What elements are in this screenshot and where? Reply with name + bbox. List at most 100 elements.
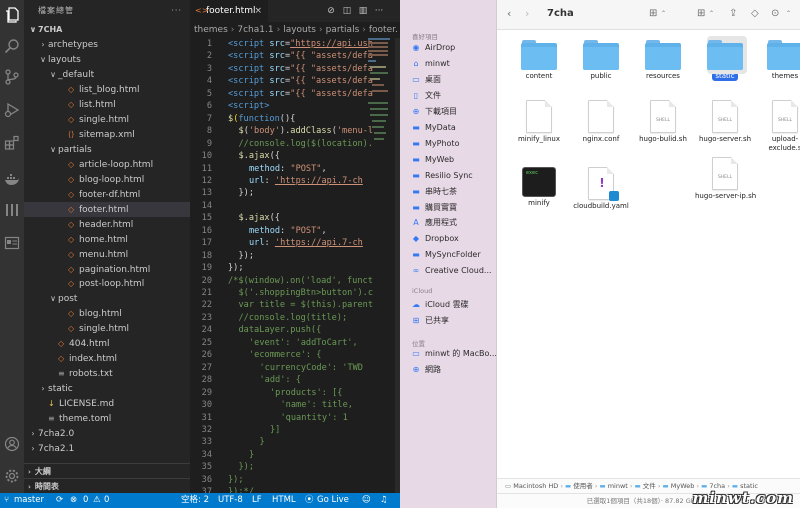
split-editor-icon[interactable]: ▥ (356, 0, 370, 22)
more-actions-icon[interactable]: ··· (171, 0, 182, 22)
sidebar-item[interactable]: ⊕ 網路 (410, 362, 494, 377)
remote-indicator-icon[interactable]: ⑂ (4, 493, 9, 508)
source-control-icon[interactable] (2, 67, 22, 87)
compare-icon[interactable]: ⊘ (324, 0, 338, 22)
sidebar-item[interactable]: ▬ MyWeb (410, 152, 494, 167)
path-item[interactable]: 文件 (643, 482, 656, 490)
sidebar-item[interactable]: ▬ 購買實寶 (410, 200, 494, 215)
indentation-status[interactable]: 空格: 2 (181, 493, 209, 508)
error-icon[interactable]: ⊗ (70, 493, 77, 508)
tree-file[interactable]: ≡ theme.toml (24, 411, 190, 426)
tree-folder[interactable]: › archetypes (24, 37, 190, 52)
folder-item[interactable]: resources (633, 40, 693, 81)
sidebar-item[interactable]: ▬ 串時七茶 (410, 184, 494, 199)
breadcrumb-item[interactable]: themes (194, 25, 228, 35)
share-icon[interactable]: ⇪ (729, 6, 737, 22)
remote-explorer-icon[interactable] (2, 200, 22, 220)
folder-item[interactable]: static (695, 36, 755, 81)
search-icon[interactable] (2, 36, 22, 56)
close-tab-icon[interactable]: × (254, 0, 262, 22)
golive-button[interactable]: Go Live (317, 493, 349, 508)
path-item[interactable]: 使用者 (573, 482, 593, 490)
path-item[interactable]: minwt (608, 482, 628, 490)
breadcrumb-item[interactable]: 7cha1.1 (237, 25, 273, 35)
sidebar-item[interactable]: ◉ AirDrop (410, 40, 494, 55)
breadcrumb-item[interactable]: partials (326, 25, 360, 35)
tree-file[interactable]: ◇ article-loop.html (24, 157, 190, 172)
tree-file[interactable]: ◇ header.html (24, 217, 190, 232)
tree-file[interactable]: ◇ footer.html (24, 201, 190, 217)
account-icon[interactable] (2, 434, 22, 454)
file-item[interactable]: nginx.conf (571, 100, 631, 144)
extensions-icon[interactable] (2, 133, 22, 153)
notifications-bell-icon[interactable]: ♫ (380, 493, 388, 508)
sidebar-item[interactable]: ▭ 桌面 (410, 72, 494, 87)
tree-file[interactable]: ◇ list_blog.html (24, 82, 190, 97)
path-item[interactable]: Macintosh HD (513, 482, 558, 490)
tree-file[interactable]: ◇ list.html (24, 97, 190, 112)
feedback-icon[interactable]: ☺ (362, 493, 371, 508)
run-debug-icon[interactable] (2, 100, 22, 120)
sidebar-item[interactable]: ⊕ 下載項目 (410, 104, 494, 119)
sidebar-item[interactable]: ▯ 文件 (410, 88, 494, 103)
forward-icon[interactable]: › (525, 6, 529, 22)
file-item[interactable]: SHELL hugo-server.sh (695, 100, 755, 144)
error-count[interactable]: 0 (83, 493, 88, 508)
warning-icon[interactable]: ⚠ (93, 493, 101, 508)
warning-count[interactable]: 0 (104, 493, 109, 508)
tree-folder[interactable]: ∨ layouts (24, 52, 190, 67)
sidebar-item[interactable]: ◆ Dropbox (410, 231, 494, 246)
tree-folder[interactable]: ∨ 7CHA (24, 22, 190, 37)
tree-folder[interactable]: › static (24, 381, 190, 396)
preview-panel-icon[interactable] (2, 233, 22, 253)
file-item[interactable]: SHELL upload-exclude.s (755, 100, 800, 153)
group-icon[interactable]: ⊞ (697, 6, 705, 22)
sidebar-item[interactable]: A 應用程式 (410, 215, 494, 230)
file-item[interactable]: SHELL hugo-bulid.sh (633, 100, 693, 144)
editor-more-icon[interactable]: ··· (372, 0, 386, 22)
folder-item[interactable]: content (509, 40, 569, 81)
manage-gear-icon[interactable] (2, 466, 22, 486)
tree-file[interactable]: ⟨⟩ sitemap.xml (24, 127, 190, 142)
golive-icon[interactable]: ⦿ (305, 493, 314, 508)
sync-icon[interactable]: ⟳ (56, 493, 63, 508)
encoding-status[interactable]: UTF-8 (218, 493, 243, 508)
tree-file[interactable]: ◇ footer-df.html (24, 187, 190, 202)
explorer-icon[interactable] (2, 5, 22, 25)
tree-file[interactable]: ◇ blog-loop.html (24, 172, 190, 187)
minimap[interactable] (368, 38, 392, 168)
breadcrumb-item[interactable]: footer. (369, 25, 398, 35)
file-item[interactable]: ! cloudbuild.yaml (571, 167, 631, 211)
view-chevron-icon[interactable]: ⌃ (661, 6, 666, 22)
tree-file[interactable]: ◇ single.html (24, 321, 190, 336)
sidebar-item[interactable]: ▭ minwt 的 MacBo... (410, 346, 497, 361)
sidebar-item[interactable]: ▬ MyPhoto (410, 136, 494, 151)
sidebar-item[interactable]: ▬ MySyncFolder (410, 247, 494, 262)
file-item[interactable]: minify_linux (509, 100, 569, 144)
folder-item[interactable]: public (571, 40, 631, 81)
tag-icon[interactable]: ◇ (751, 6, 759, 22)
more-chevron-icon[interactable]: ⌃ (786, 6, 791, 22)
tree-file[interactable]: ◇ single.html (24, 112, 190, 127)
tree-file[interactable]: ◇ home.html (24, 232, 190, 247)
tree-file[interactable]: ◇ 404.html (24, 336, 190, 351)
tree-folder[interactable]: › 7cha2.1 (24, 441, 190, 456)
group-chevron-icon[interactable]: ⌃ (709, 6, 714, 22)
docker-icon[interactable] (2, 170, 22, 190)
breadcrumb-item[interactable]: layouts (283, 25, 316, 35)
sidebar-item[interactable]: ▬ Resilio Sync (410, 168, 494, 183)
outline-section[interactable]: › 大綱 (24, 463, 190, 478)
folder-item[interactable]: themes (755, 40, 800, 81)
sidebar-item[interactable]: ⌂ minwt (410, 56, 494, 71)
back-icon[interactable]: ‹ (507, 6, 511, 22)
tree-file[interactable]: ◇ post-loop.html (24, 276, 190, 291)
tree-file[interactable]: ↓ LICENSE.md (24, 396, 190, 411)
action-more-icon[interactable]: ⊙ (771, 6, 779, 22)
icon-view-icon[interactable]: ⊞ (649, 6, 657, 22)
tree-file[interactable]: ◇ menu.html (24, 247, 190, 262)
tree-folder[interactable]: › 7cha2.0 (24, 426, 190, 441)
language-status[interactable]: HTML (272, 493, 296, 508)
file-item[interactable]: exec minify (509, 167, 569, 208)
timeline-section[interactable]: › 時間表 (24, 478, 190, 493)
file-item[interactable]: SHELL hugo-server-ip.sh (695, 157, 756, 201)
